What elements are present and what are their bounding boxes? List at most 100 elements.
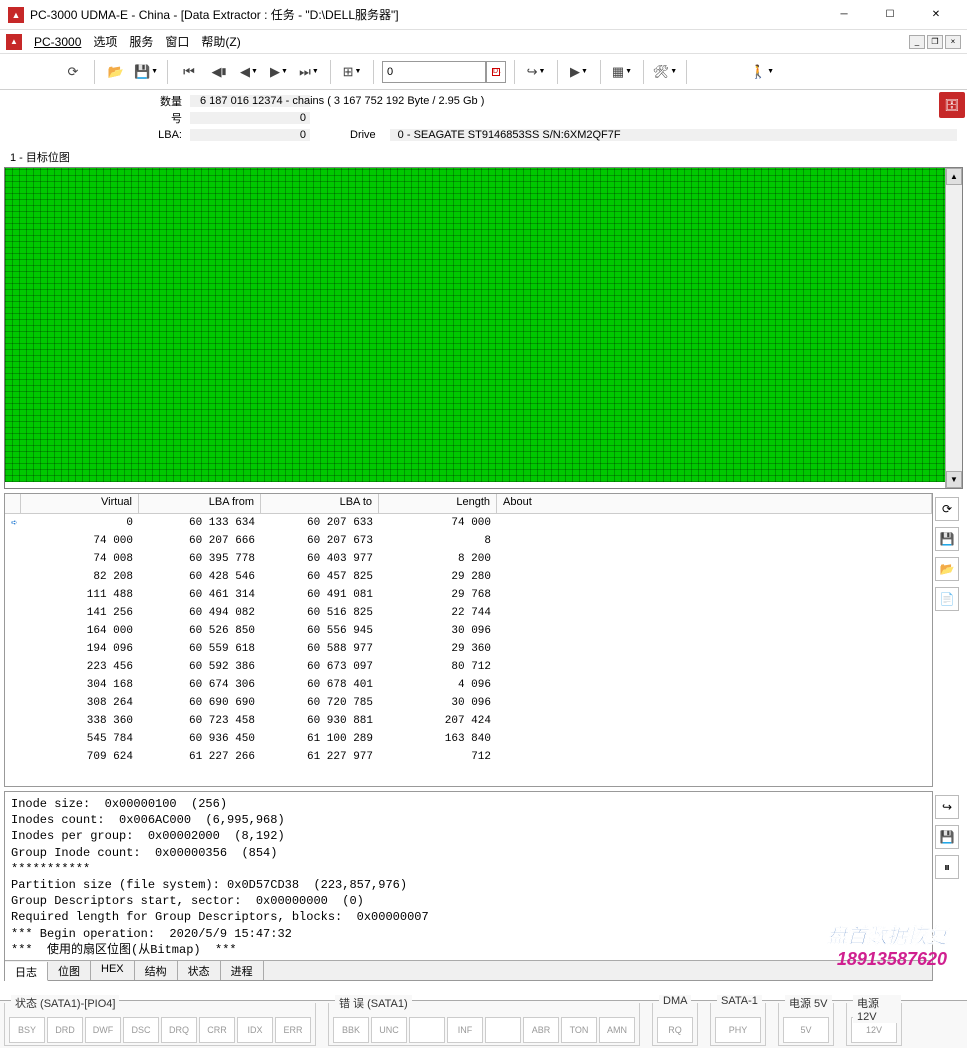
drive-label: Drive <box>350 129 376 141</box>
log-panel: Inode size: 0x00000100 (256) Inodes coun… <box>4 791 933 981</box>
bitmap-scrollbar[interactable]: ▲ ▼ <box>945 168 962 488</box>
first-button[interactable]: ⏮ <box>176 59 202 85</box>
table-refresh-button[interactable]: ⟳ <box>935 497 959 521</box>
table-row[interactable]: 111 48860 461 31460 491 08129 768 <box>5 586 932 604</box>
menu-bar: ▲ PC-3000 选项 服务 窗口 帮助(Z) _ ❐ × <box>0 30 967 54</box>
next-button[interactable]: ▶▼ <box>266 59 292 85</box>
table-row[interactable]: 141 25660 494 08260 516 82522 744 <box>5 604 932 622</box>
go-button[interactable]: D↓ <box>486 61 506 83</box>
table-row[interactable]: 194 09660 559 61860 588 97729 360 <box>5 640 932 658</box>
table-row[interactable]: 223 45660 592 38660 673 09780 712 <box>5 658 932 676</box>
tab-status[interactable]: 状态 <box>178 961 221 980</box>
tab-hex[interactable]: HEX <box>91 961 135 980</box>
scroll-down-icon[interactable]: ▼ <box>946 471 962 488</box>
status-crr: CRR <box>199 1017 235 1043</box>
col-virtual[interactable]: Virtual <box>21 494 139 513</box>
table-row[interactable]: 164 00060 526 85060 556 94530 096 <box>5 622 932 640</box>
sata1-phy: PHY <box>715 1017 761 1043</box>
current-row-icon: ➪ <box>11 518 18 530</box>
menu-app-icon: ▲ <box>6 34 22 50</box>
address-input[interactable] <box>382 61 486 83</box>
table-row[interactable]: 74 00860 395 77860 403 9778 200 <box>5 550 932 568</box>
tab-log[interactable]: 日志 <box>5 962 48 981</box>
bitmap-panel: ▲ ▼ <box>4 167 963 489</box>
tab-process[interactable]: 进程 <box>221 961 264 980</box>
save-button[interactable]: 💾▼ <box>133 59 159 85</box>
err-unc: UNC <box>371 1017 407 1043</box>
sata1-group: SATA-1 PHY <box>710 1003 766 1046</box>
play-button[interactable]: ▶▼ <box>566 59 592 85</box>
table-row[interactable]: ➪060 133 63460 207 63374 000 <box>5 514 932 532</box>
close-button[interactable]: ✕ <box>913 1 959 29</box>
table-row[interactable]: 709 62461 227 26661 227 977712 <box>5 748 932 766</box>
sata1-label: SATA-1 <box>717 995 762 1007</box>
bitmap-label: 1 - 目标位图 <box>0 145 967 167</box>
error-group: 错 误 (SATA1) BBK UNC INF ABR TON AMN <box>328 1003 640 1046</box>
menu-options[interactable]: 选项 <box>93 33 117 50</box>
chain-table: Virtual LBA from LBA to Length About ➪06… <box>4 493 933 787</box>
power5v-group: 电源 5V 5V <box>778 1003 834 1046</box>
log-text[interactable]: Inode size: 0x00000100 (256) Inodes coun… <box>5 792 932 960</box>
dma-rq: RQ <box>657 1017 693 1043</box>
database-icon[interactable]: 🗄 <box>939 92 965 118</box>
tab-bitmap[interactable]: 位图 <box>48 961 91 980</box>
log-export-button[interactable]: ↪ <box>935 795 959 819</box>
prev-button[interactable]: ◀▮ <box>206 59 232 85</box>
open-button[interactable]: 📂 <box>103 59 129 85</box>
table-row[interactable]: 308 26460 690 69060 720 78530 096 <box>5 694 932 712</box>
tools-button[interactable]: 🛠▼ <box>652 59 678 85</box>
window-title: PC-3000 UDMA-E - China - [Data Extractor… <box>30 6 821 23</box>
mdi-restore[interactable]: ❐ <box>927 35 943 49</box>
status-bar: 状态 (SATA1)-[PIO4] BSY DRD DWF DSC DRQ CR… <box>0 1000 967 1048</box>
table-row[interactable]: 338 36060 723 45860 930 881207 424 <box>5 712 932 730</box>
col-about[interactable]: About <box>497 494 932 513</box>
scroll-up-icon[interactable]: ▲ <box>946 168 962 185</box>
log-pause-button[interactable]: ⏸ <box>935 855 959 879</box>
menu-help[interactable]: 帮助(Z) <box>201 33 240 50</box>
col-lba-from[interactable]: LBA from <box>139 494 261 513</box>
mdi-close[interactable]: × <box>945 35 961 49</box>
err-abr: ABR <box>523 1017 559 1043</box>
menu-service[interactable]: 服务 <box>129 33 153 50</box>
num-value: 0 <box>190 112 310 124</box>
maximize-button[interactable]: ☐ <box>867 1 913 29</box>
grid-button[interactable]: ⊞▼ <box>339 59 365 85</box>
export-button[interactable]: ↪▼ <box>523 59 549 85</box>
table-row[interactable]: 74 00060 207 66660 207 6738 <box>5 532 932 550</box>
power5v-val: 5V <box>783 1017 829 1043</box>
lba-value: 0 <box>190 129 310 141</box>
table-save-button[interactable]: 💾 <box>935 527 959 551</box>
table-row[interactable]: 82 20860 428 54660 457 82529 280 <box>5 568 932 586</box>
right-panel: 🗄 <box>937 90 967 150</box>
minimize-button[interactable]: ─ <box>821 1 867 29</box>
status-dsc: DSC <box>123 1017 159 1043</box>
err-blank2 <box>485 1017 521 1043</box>
status-drq: DRQ <box>161 1017 197 1043</box>
chain-table-wrapper: Virtual LBA from LBA to Length About ➪06… <box>4 493 963 787</box>
prev2-button[interactable]: ◀▼ <box>236 59 262 85</box>
log-tabs: 日志 位图 HEX 结构 状态 进程 <box>5 960 932 980</box>
menu-pc3000[interactable]: PC-3000 <box>34 35 81 49</box>
refresh-button[interactable]: ⟳ <box>60 59 86 85</box>
last-button[interactable]: ⏭▼ <box>296 59 322 85</box>
menu-window[interactable]: 窗口 <box>165 33 189 50</box>
table-open-button[interactable]: 📂 <box>935 557 959 581</box>
exit-button[interactable]: 🚶▼ <box>749 59 775 85</box>
col-length[interactable]: Length <box>379 494 497 513</box>
tab-struct[interactable]: 结构 <box>135 961 178 980</box>
grid2-button[interactable]: ▦▼ <box>609 59 635 85</box>
col-lba-to[interactable]: LBA to <box>261 494 379 513</box>
mdi-minimize[interactable]: _ <box>909 35 925 49</box>
table-row[interactable]: 304 16860 674 30660 678 4014 096 <box>5 676 932 694</box>
err-bbk: BBK <box>333 1017 369 1043</box>
table-body[interactable]: ➪060 133 63460 207 63374 00074 00060 207… <box>5 514 932 784</box>
main-toolbar: ⟳ 📂 💾▼ ⏮ ◀▮ ◀▼ ▶▼ ⏭▼ ⊞▼ D↓ ↪▼ ▶▼ ▦▼ 🛠▼ 🚶… <box>0 54 967 90</box>
table-row[interactable]: 545 78460 936 45061 100 289163 840 <box>5 730 932 748</box>
log-save-button[interactable]: 💾 <box>935 825 959 849</box>
table-side-buttons: ⟳ 💾 📂 📄 <box>933 493 963 787</box>
status-group-label: 状态 (SATA1)-[PIO4] <box>11 995 119 1011</box>
status-idx: IDX <box>237 1017 273 1043</box>
table-doc-button[interactable]: 📄 <box>935 587 959 611</box>
err-amn: AMN <box>599 1017 635 1043</box>
bitmap-canvas[interactable] <box>5 168 945 488</box>
